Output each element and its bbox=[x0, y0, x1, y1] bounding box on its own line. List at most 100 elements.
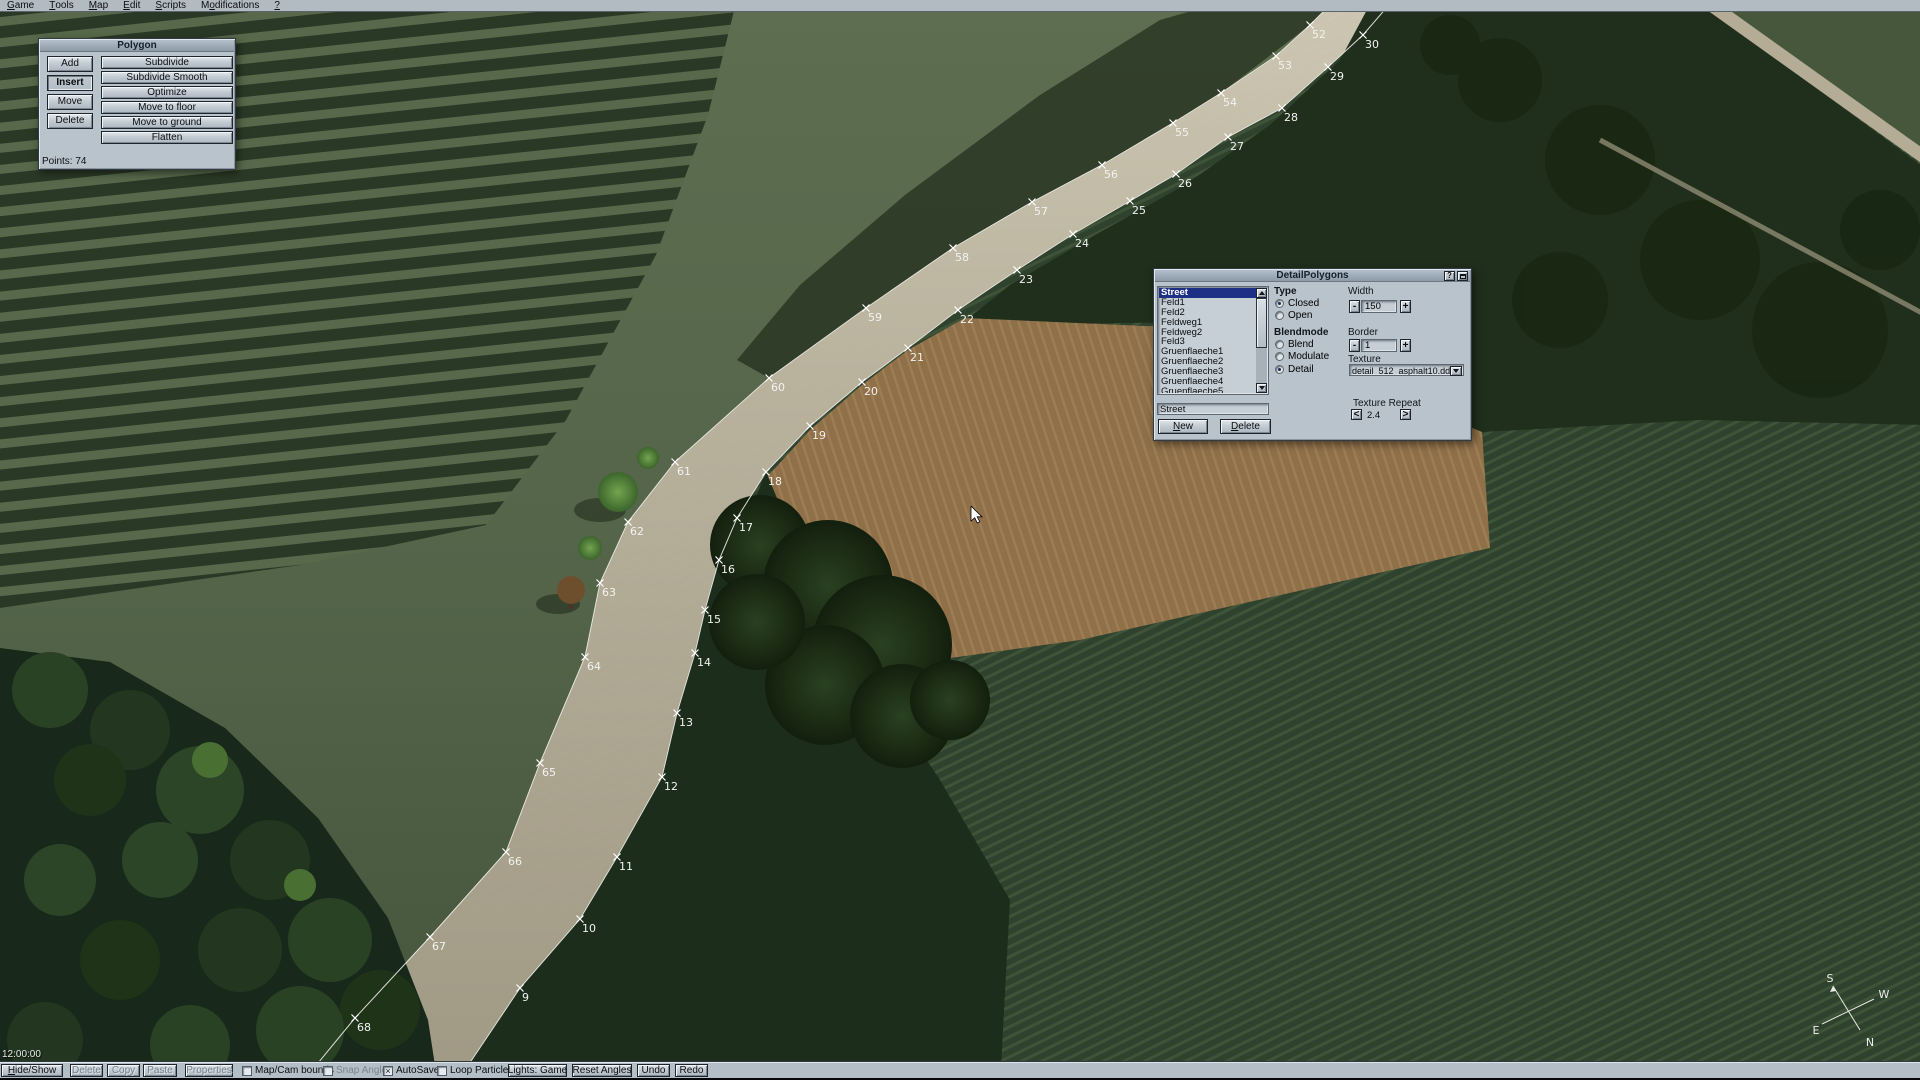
box-glyph-icon bbox=[1460, 274, 1466, 279]
point-number-label: 15 bbox=[707, 613, 721, 626]
undo-button[interactable]: Undo bbox=[637, 1064, 670, 1077]
scroll-thumb[interactable] bbox=[1256, 298, 1267, 348]
radio-icon bbox=[1275, 365, 1284, 374]
point-number-label: 61 bbox=[677, 465, 691, 478]
list-scrollbar bbox=[1256, 288, 1267, 393]
width-increment-button[interactable]: + bbox=[1400, 300, 1411, 313]
subdivide-smooth-button[interactable]: Subdivide Smooth bbox=[101, 71, 233, 84]
paste-button: Paste bbox=[143, 1064, 177, 1077]
point-number-label: 17 bbox=[739, 521, 753, 534]
delete-button: Delete bbox=[70, 1064, 103, 1077]
radio-icon bbox=[1275, 311, 1284, 320]
point-number-label: 58 bbox=[955, 251, 969, 264]
point-number-label: 60 bbox=[771, 381, 785, 394]
new-button[interactable]: New bbox=[1158, 419, 1208, 434]
viewport-3d[interactable]: 5253545556575859606162636465666768302928… bbox=[0, 0, 1920, 1080]
blendmode-option-blend[interactable]: Blend bbox=[1275, 338, 1329, 351]
border-decrement-button[interactable]: - bbox=[1349, 339, 1360, 352]
type-option-closed[interactable]: Closed bbox=[1275, 297, 1319, 310]
radio-icon bbox=[1275, 352, 1284, 361]
move-to-floor-button[interactable]: Move to floor bbox=[101, 101, 233, 114]
lights-game-button[interactable]: Lights: Game bbox=[508, 1064, 567, 1077]
point-number-label: 19 bbox=[812, 429, 826, 442]
scroll-down-icon[interactable] bbox=[1256, 383, 1267, 393]
point-number-label: 65 bbox=[542, 766, 556, 779]
points-count-label: Points: 74 bbox=[42, 156, 86, 167]
move-to-ground-button[interactable]: Move to ground bbox=[101, 116, 233, 129]
flatten-button[interactable]: Flatten bbox=[101, 131, 233, 144]
polygon-mode-buttons: Add Insert Move Delete bbox=[47, 56, 93, 132]
delete-mode-button[interactable]: Delete bbox=[47, 113, 93, 129]
menu-map[interactable]: Map bbox=[82, 0, 115, 12]
polygon-name-field[interactable]: Street bbox=[1157, 403, 1269, 415]
menu-tools[interactable]: Tools bbox=[42, 0, 80, 12]
menu-modifications[interactable]: Modifications bbox=[194, 0, 266, 12]
compass-bottom-label: N bbox=[1866, 1036, 1874, 1049]
point-number-label: 56 bbox=[1104, 168, 1118, 181]
polygon-action-buttons: Subdivide Subdivide Smooth Optimize Move to… bbox=[101, 56, 233, 146]
border-label: Border bbox=[1348, 327, 1378, 338]
menu-edit[interactable]: Edit bbox=[116, 0, 147, 12]
texture-repeat-label: Texture Repeat bbox=[1353, 398, 1421, 409]
checkbox-icon bbox=[242, 1066, 252, 1076]
radio-label: Open bbox=[1288, 310, 1312, 321]
redo-button[interactable]: Redo bbox=[675, 1064, 708, 1077]
chevron-down-icon[interactable] bbox=[1450, 366, 1462, 376]
point-number-label: 57 bbox=[1034, 205, 1048, 218]
point-number-label: 12 bbox=[664, 780, 678, 793]
status-bar: Hide/ShowDeleteCopyPastePropertiesMap/Ca… bbox=[0, 1061, 1920, 1080]
blendmode-options: BlendModulateDetail bbox=[1275, 338, 1329, 376]
point-number-label: 13 bbox=[679, 716, 693, 729]
radio-label: Blend bbox=[1288, 339, 1314, 350]
point-number-label: 22 bbox=[960, 313, 974, 326]
point-number-label: 27 bbox=[1230, 140, 1244, 153]
delete-button[interactable]: Delete bbox=[1220, 419, 1271, 434]
checkbox-label: Loop Particles bbox=[450, 1065, 513, 1076]
point-number-label: 59 bbox=[868, 311, 882, 324]
blendmode-option-detail[interactable]: Detail bbox=[1275, 363, 1329, 376]
texture-repeat-increment-button[interactable]: > bbox=[1400, 409, 1411, 420]
menu-scripts[interactable]: Scripts bbox=[148, 0, 193, 12]
map-cam-bounds-checkbox[interactable]: Map/Cam bounds bbox=[242, 1064, 334, 1077]
window-box-icon[interactable] bbox=[1457, 271, 1468, 281]
compass-top-label: S bbox=[1827, 972, 1834, 985]
reset-angles-button[interactable]: Reset Angles bbox=[572, 1064, 632, 1077]
radio-icon bbox=[1275, 340, 1284, 349]
menu-help[interactable]: ? bbox=[267, 0, 287, 12]
border-increment-button[interactable]: + bbox=[1400, 339, 1411, 352]
point-number-label: 62 bbox=[630, 525, 644, 538]
texture-dropdown[interactable]: detail_512_asphalt10.dds bbox=[1349, 364, 1464, 376]
autosave-checkbox[interactable]: ×AutoSave bbox=[383, 1064, 439, 1077]
type-option-open[interactable]: Open bbox=[1275, 310, 1319, 323]
loop-particles-checkbox[interactable]: Loop Particles bbox=[437, 1064, 513, 1077]
blendmode-option-modulate[interactable]: Modulate bbox=[1275, 351, 1329, 364]
polygon-listbox: StreetFeld1Feld2Feldweg1Feldweg2Feld3Gru… bbox=[1157, 286, 1269, 395]
point-number-label: 55 bbox=[1175, 126, 1189, 139]
width-value-field[interactable]: 150 bbox=[1361, 300, 1397, 313]
dialog-titlebar[interactable]: DetailPolygons bbox=[1155, 270, 1470, 282]
optimize-button[interactable]: Optimize bbox=[101, 86, 233, 99]
point-number-label: 67 bbox=[432, 940, 446, 953]
border-value-field[interactable]: 1 bbox=[1361, 339, 1397, 352]
polygon-panel-titlebar[interactable]: Polygon bbox=[40, 40, 234, 52]
texture-repeat-decrement-button[interactable]: < bbox=[1351, 409, 1362, 420]
list-item[interactable]: Gruenflaeche5 bbox=[1159, 387, 1256, 393]
point-number-label: 25 bbox=[1132, 204, 1146, 217]
insert-mode-button[interactable]: Insert bbox=[47, 75, 93, 91]
point-number-label: 30 bbox=[1365, 38, 1379, 51]
move-mode-button[interactable]: Move bbox=[47, 94, 93, 110]
texture-repeat-value: 2.4 bbox=[1367, 410, 1380, 421]
type-label: Type bbox=[1274, 286, 1297, 297]
help-icon[interactable]: ? bbox=[1444, 271, 1455, 281]
hide-show-button[interactable]: Hide/Show bbox=[1, 1064, 63, 1077]
polygon-list-rows: StreetFeld1Feld2Feldweg1Feldweg2Feld3Gru… bbox=[1159, 288, 1256, 393]
point-number-label: 18 bbox=[768, 475, 782, 488]
point-number-label: 52 bbox=[1312, 28, 1326, 41]
compass-right-label: W bbox=[1879, 988, 1890, 1001]
add-mode-button[interactable]: Add bbox=[47, 56, 93, 72]
snap-angles-checkbox[interactable]: Snap Angles bbox=[323, 1064, 392, 1077]
menu-game[interactable]: Game bbox=[0, 0, 41, 12]
subdivide-button[interactable]: Subdivide bbox=[101, 56, 233, 69]
scroll-up-icon[interactable] bbox=[1256, 288, 1267, 298]
width-decrement-button[interactable]: - bbox=[1349, 300, 1360, 313]
